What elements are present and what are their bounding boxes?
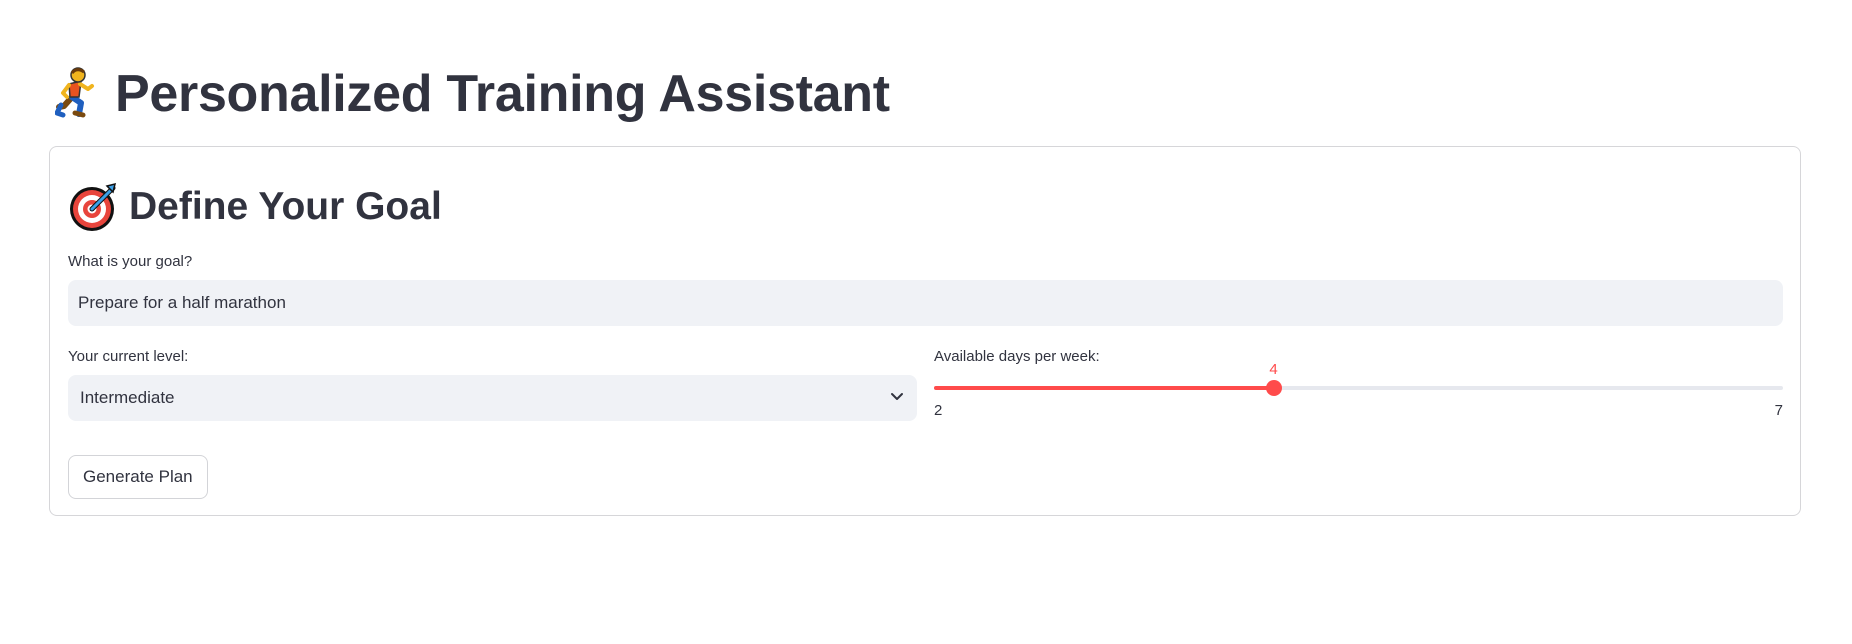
days-slider[interactable]: 4 2 7 (934, 361, 1783, 429)
chevron-down-icon (889, 388, 905, 409)
goal-input[interactable] (68, 280, 1783, 326)
page-title-text: Personalized Training Assistant (115, 65, 890, 123)
target-icon (69, 182, 119, 232)
section-title: Define Your Goal (69, 182, 442, 232)
slider-track[interactable] (934, 386, 1783, 390)
goal-form-card: Define Your Goal What is your goal? Your… (49, 146, 1801, 516)
page-title: Personalized Training Assistant (55, 64, 890, 124)
slider-fill (934, 386, 1274, 390)
goal-field-label: What is your goal? (68, 253, 193, 270)
runner-icon (55, 67, 101, 121)
days-slider-label: Available days per week: (934, 348, 1100, 365)
slider-min-label: 2 (934, 402, 943, 419)
app-root: Personalized Training Assistant Define Y… (0, 0, 1852, 644)
level-field-label: Your current level: (68, 348, 189, 365)
slider-value-label: 4 (1269, 361, 1278, 378)
section-title-text: Define Your Goal (129, 185, 442, 228)
slider-max-label: 7 (1774, 402, 1783, 419)
level-select[interactable]: Intermediate (68, 375, 917, 421)
slider-thumb[interactable] (1265, 380, 1282, 396)
generate-plan-button[interactable]: Generate Plan (68, 455, 208, 499)
level-select-value: Intermediate (80, 388, 175, 407)
